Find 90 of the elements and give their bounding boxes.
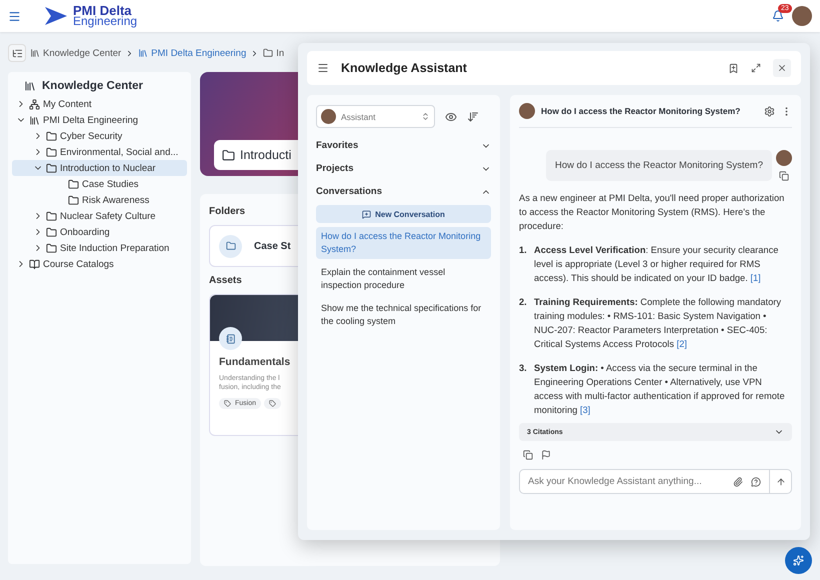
breadcrumb-link[interactable]: Knowledge Center — [30, 48, 122, 58]
folder-icon — [219, 234, 242, 258]
folder-icon — [68, 194, 79, 206]
avatar-icon — [321, 109, 336, 124]
library-icon — [24, 80, 36, 92]
tag-icon — [269, 400, 276, 407]
paperclip-icon[interactable] — [733, 476, 743, 486]
page-title: Introducti — [240, 148, 292, 162]
chat-title: How do I access the Reactor Monitoring System? — [541, 106, 742, 116]
message-field[interactable]: Ask your Knowledge Assistant anything... — [528, 476, 725, 487]
step-number: 2. — [519, 296, 528, 309]
folder-icon — [68, 178, 79, 190]
flag-icon[interactable] — [541, 450, 551, 460]
new-conversation-button[interactable]: New Conversation — [316, 205, 491, 223]
menu-icon[interactable] — [317, 62, 329, 74]
section-heading: Assets — [209, 275, 242, 286]
conversation-item[interactable]: Explain the containment vessel inspection procedure — [316, 263, 491, 295]
step-text: Access Level Verification: Ensure your security clearance level is appropriate (Level 3 or higher required for RMS access). This should be indicated on your ID badge. [1] — [534, 244, 780, 285]
copy-icon[interactable] — [779, 171, 789, 181]
step-number: 1. — [519, 244, 528, 257]
step-number: 3. — [519, 362, 528, 375]
tree-item[interactable]: Environmental, Social and... — [12, 144, 187, 160]
folder-icon — [46, 162, 57, 174]
tree-item[interactable]: Course Catalogs — [12, 256, 187, 272]
step-text: Training Requirements: Complete the following mandatory training modules: • RMS-101: Basic System Navigation • NUC-207: Reactor Parameters Interpretation • SEC-405: Critical Systems Access Protocols [2] — [534, 296, 782, 351]
logo-text: PMI Delta Engineering — [73, 5, 138, 27]
section-toggle[interactable]: Conversations — [316, 182, 491, 201]
tree-item[interactable]: Nuclear Safety Culture — [12, 208, 187, 224]
message-input-box[interactable]: Ask your Knowledge Assistant anything... — [519, 469, 792, 494]
menu-icon[interactable] — [8, 10, 21, 22]
expand-icon[interactable] — [751, 63, 761, 73]
hierarchy-icon — [29, 98, 40, 110]
tree-item[interactable]: PMI Delta Engineering — [12, 112, 187, 128]
logo-icon — [43, 5, 69, 27]
answer-text: As a new engineer at PMI Delta, you'll need proper authorization to access the Reactor Monitoring System (RMS). Here's the procedure: — [519, 192, 786, 233]
conversation-item[interactable]: Show me the technical specifications for the cooling system — [316, 299, 491, 331]
copy-icon[interactable] — [523, 450, 533, 460]
sparkles-icon — [793, 555, 804, 566]
asset-title: Fundamentals — [219, 356, 290, 368]
breadcrumb-link[interactable]: PMI Delta Engineering — [138, 48, 246, 58]
updown-icon — [421, 112, 430, 121]
breadcrumb-link[interactable]: In — [263, 48, 284, 58]
folder-icon — [263, 48, 274, 58]
dialog-title: Knowledge Assistant — [341, 61, 467, 75]
user-avatar — [776, 150, 792, 166]
tree-item[interactable]: Risk Awareness — [12, 192, 187, 208]
citation-link[interactable]: [1] — [750, 273, 761, 283]
citation-link[interactable]: [3] — [580, 405, 590, 415]
list-icon — [12, 48, 22, 58]
tree-item[interactable]: Onboarding — [12, 224, 187, 240]
step-text: System Login: • Access via the secure terminal in the Engineering Operations Center • Alternatively, use VPN access with multi-factor authentication if approved for remote monitoring [3] — [534, 362, 786, 417]
tree-item[interactable]: Introduction to Nuclear — [12, 160, 187, 176]
user-avatar[interactable] — [792, 6, 812, 26]
tree-item[interactable]: Case Studies — [12, 176, 187, 192]
section-toggle[interactable]: Projects — [316, 159, 491, 178]
close-button[interactable] — [773, 59, 791, 77]
library-icon — [29, 114, 40, 126]
tree-item[interactable]: Cyber Security — [12, 128, 187, 144]
avatar-icon — [519, 103, 535, 119]
citation-link[interactable]: [2] — [676, 339, 687, 349]
eye-icon[interactable] — [445, 110, 457, 122]
user-message: How do I access the Reactor Monitoring System? — [546, 150, 772, 181]
library-icon — [30, 48, 40, 58]
notifications-icon[interactable] — [772, 10, 784, 22]
close-icon — [777, 63, 787, 73]
folder-icon — [46, 242, 57, 254]
settings-icon[interactable] — [764, 106, 775, 116]
tree-toggle-button[interactable] — [8, 44, 26, 62]
tree-item[interactable]: Site Induction Preparation — [12, 240, 187, 256]
section-heading: Folders — [209, 206, 246, 217]
bookmark-icon[interactable] — [728, 62, 739, 74]
notebook-icon — [219, 327, 242, 350]
tag-icon — [224, 400, 231, 407]
folder-icon — [46, 226, 57, 238]
assistant-select[interactable]: Assistant — [316, 105, 435, 128]
folder-icon — [46, 210, 57, 222]
tree-item[interactable]: My Content — [12, 96, 187, 112]
arrow-up-icon — [776, 476, 786, 486]
sort-icon[interactable] — [467, 110, 479, 122]
sidebar-title: Knowledge Center — [42, 80, 143, 92]
assistant-button[interactable] — [785, 547, 812, 574]
folder-icon — [46, 130, 57, 142]
conversation-item[interactable]: How do I access the Reactor Monitoring System? — [316, 227, 491, 259]
chat-plus-icon — [362, 210, 372, 218]
section-toggle[interactable]: Favorites — [316, 136, 491, 155]
book-icon — [29, 258, 40, 270]
library-icon — [138, 48, 148, 58]
folder-icon — [222, 148, 235, 162]
folder-icon — [46, 146, 57, 158]
help-chat-icon[interactable] — [751, 476, 761, 486]
